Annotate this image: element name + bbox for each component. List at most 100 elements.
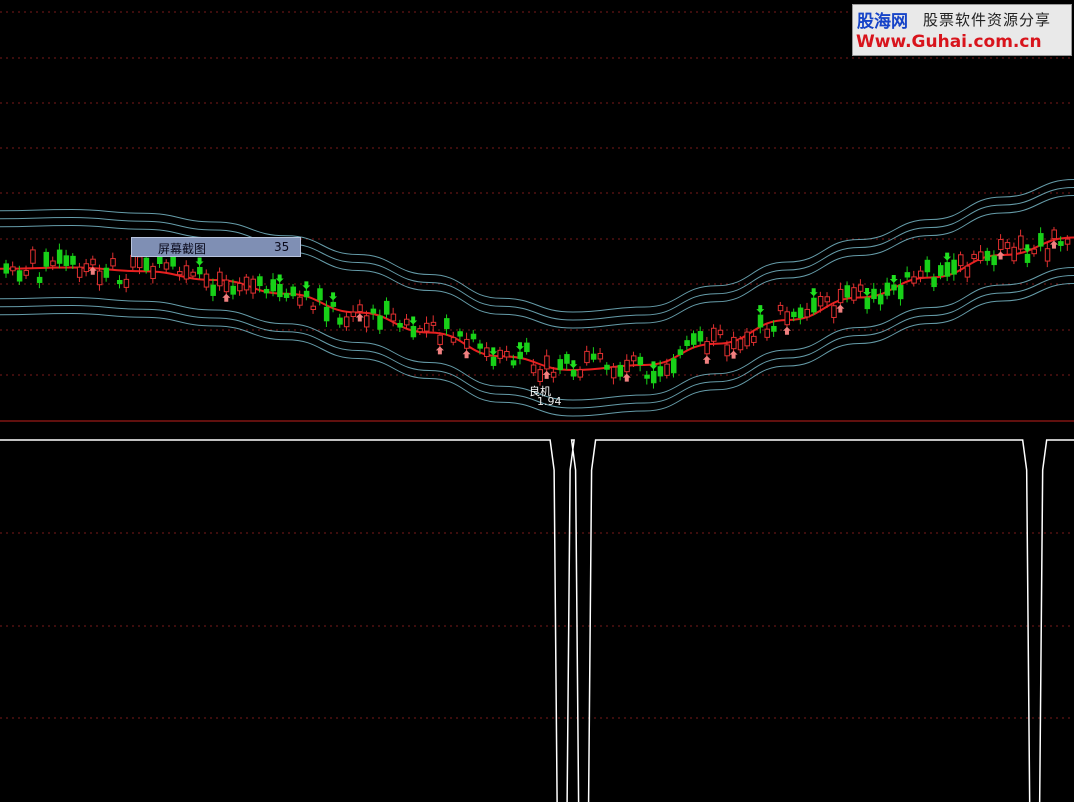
screenshot-tooltip: 屏幕截图 35 (131, 237, 301, 257)
candle (630, 355, 637, 362)
tooltip-label: 屏幕截图 (158, 242, 207, 256)
candle (484, 347, 490, 358)
candle (404, 318, 410, 326)
candle (731, 336, 737, 350)
candle (570, 369, 577, 377)
candle (897, 284, 904, 300)
candle (490, 356, 497, 366)
candle (96, 270, 103, 286)
candle (237, 282, 243, 292)
sell-arrow (489, 347, 498, 356)
candle (444, 318, 450, 330)
candle (70, 255, 76, 265)
candle (784, 311, 790, 326)
candle (891, 284, 897, 291)
candle (137, 256, 143, 269)
candle (203, 273, 210, 288)
candle (3, 263, 9, 274)
candle (297, 296, 303, 306)
candle (978, 251, 984, 262)
candle (724, 344, 730, 357)
candle (223, 279, 230, 293)
watermark-brand: 股海网 (857, 12, 908, 32)
candle (270, 279, 276, 292)
candle (150, 265, 156, 280)
candle (457, 331, 463, 337)
candle (1038, 233, 1044, 247)
candle (157, 256, 163, 264)
candle (424, 322, 430, 332)
candle (1031, 248, 1037, 255)
candle (390, 313, 397, 322)
sell-arrow (195, 257, 204, 266)
candle (737, 338, 744, 351)
candle (590, 353, 597, 360)
candle (464, 338, 470, 349)
candle (757, 314, 764, 328)
watermark-url: Www.Guhai.com.cn (856, 32, 1042, 52)
candle (197, 266, 203, 275)
buy-arrow (435, 346, 444, 355)
tooltip-value: 35 (274, 240, 290, 254)
candle (250, 278, 256, 294)
sell-arrow (943, 252, 952, 261)
sell-arrow (409, 316, 418, 325)
candle (717, 329, 724, 336)
candle (610, 366, 617, 379)
candle (1064, 238, 1071, 245)
candle (170, 255, 176, 267)
candle (931, 277, 937, 288)
candle (564, 354, 570, 364)
candle (650, 370, 657, 384)
candle (257, 276, 263, 287)
channel-band (0, 267, 1074, 401)
sell-arrow (889, 275, 898, 284)
candle (597, 352, 604, 360)
candle (350, 311, 357, 318)
buy-arrow (782, 326, 791, 335)
buy-arrow (836, 304, 845, 313)
candle (917, 270, 924, 278)
candle (497, 349, 503, 359)
candle (470, 333, 477, 340)
watermark-tagline: 股票软件资源分享 (923, 11, 1052, 29)
candle (183, 265, 190, 280)
candle (277, 283, 283, 298)
candle (83, 263, 90, 273)
candle (644, 374, 650, 379)
buy-arrow (1049, 240, 1058, 249)
candle (210, 284, 216, 296)
candle (657, 366, 664, 377)
candle (177, 271, 183, 276)
candle (1024, 253, 1031, 263)
candle (190, 271, 196, 277)
candle (537, 369, 543, 382)
candle (1011, 246, 1017, 262)
candle (691, 333, 697, 345)
sell-arrow (809, 288, 818, 297)
candle (817, 296, 824, 307)
candle (337, 317, 343, 325)
candle (530, 364, 537, 374)
candle (290, 286, 297, 297)
candle (283, 293, 290, 298)
candle (263, 288, 270, 294)
candle (550, 371, 557, 378)
candle (30, 249, 36, 264)
channel-bands (0, 179, 1074, 417)
candle (811, 297, 817, 313)
candle (771, 325, 777, 332)
candle (751, 335, 757, 343)
candle (16, 270, 23, 282)
candle (43, 251, 50, 267)
buy-arrow (622, 373, 631, 382)
candle (604, 364, 610, 370)
candle (363, 315, 370, 328)
candle (944, 262, 951, 277)
candle (23, 270, 30, 276)
candle (343, 316, 350, 328)
candle (951, 259, 957, 275)
candle (1051, 229, 1057, 240)
sell-arrow (329, 292, 338, 301)
indicator-step-line (0, 439, 1074, 802)
